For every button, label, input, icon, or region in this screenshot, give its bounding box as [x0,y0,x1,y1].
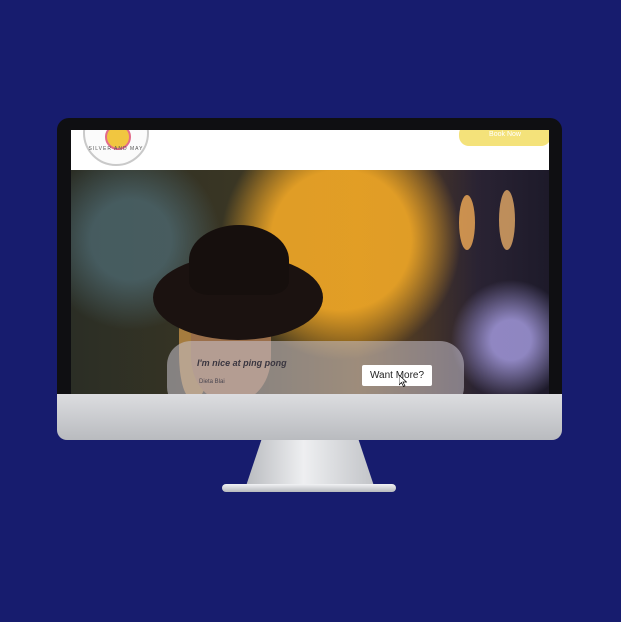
logo-text: SILVER AND MAY [88,146,144,152]
light-flare [499,190,515,250]
monitor-stand-base [222,484,396,492]
arrow-cursor-icon [399,375,407,387]
testimonial-card: I'm nice at ping pong Dieta Blai Want Mo… [167,341,464,394]
want-more-button[interactable]: Want More? [362,365,432,386]
site-header: SILVER AND MAY Book Now [71,130,549,170]
site-logo[interactable]: SILVER AND MAY [83,130,149,166]
testimonial-quote: I'm nice at ping pong [197,358,287,368]
imac-monitor: SILVER AND MAY Book Now I'm nice at ping… [57,118,562,440]
testimonial-author: Dieta Blai [199,379,225,385]
screen: SILVER AND MAY Book Now I'm nice at ping… [71,130,549,394]
nav-cta-button[interactable]: Book Now [459,130,549,146]
monitor-stand-neck [246,440,374,486]
monitor-chin [57,394,562,440]
light-flare [459,195,475,250]
hero-figure-hat-crown [189,225,289,295]
hero-image: I'm nice at ping pong Dieta Blai Want Mo… [71,170,549,394]
